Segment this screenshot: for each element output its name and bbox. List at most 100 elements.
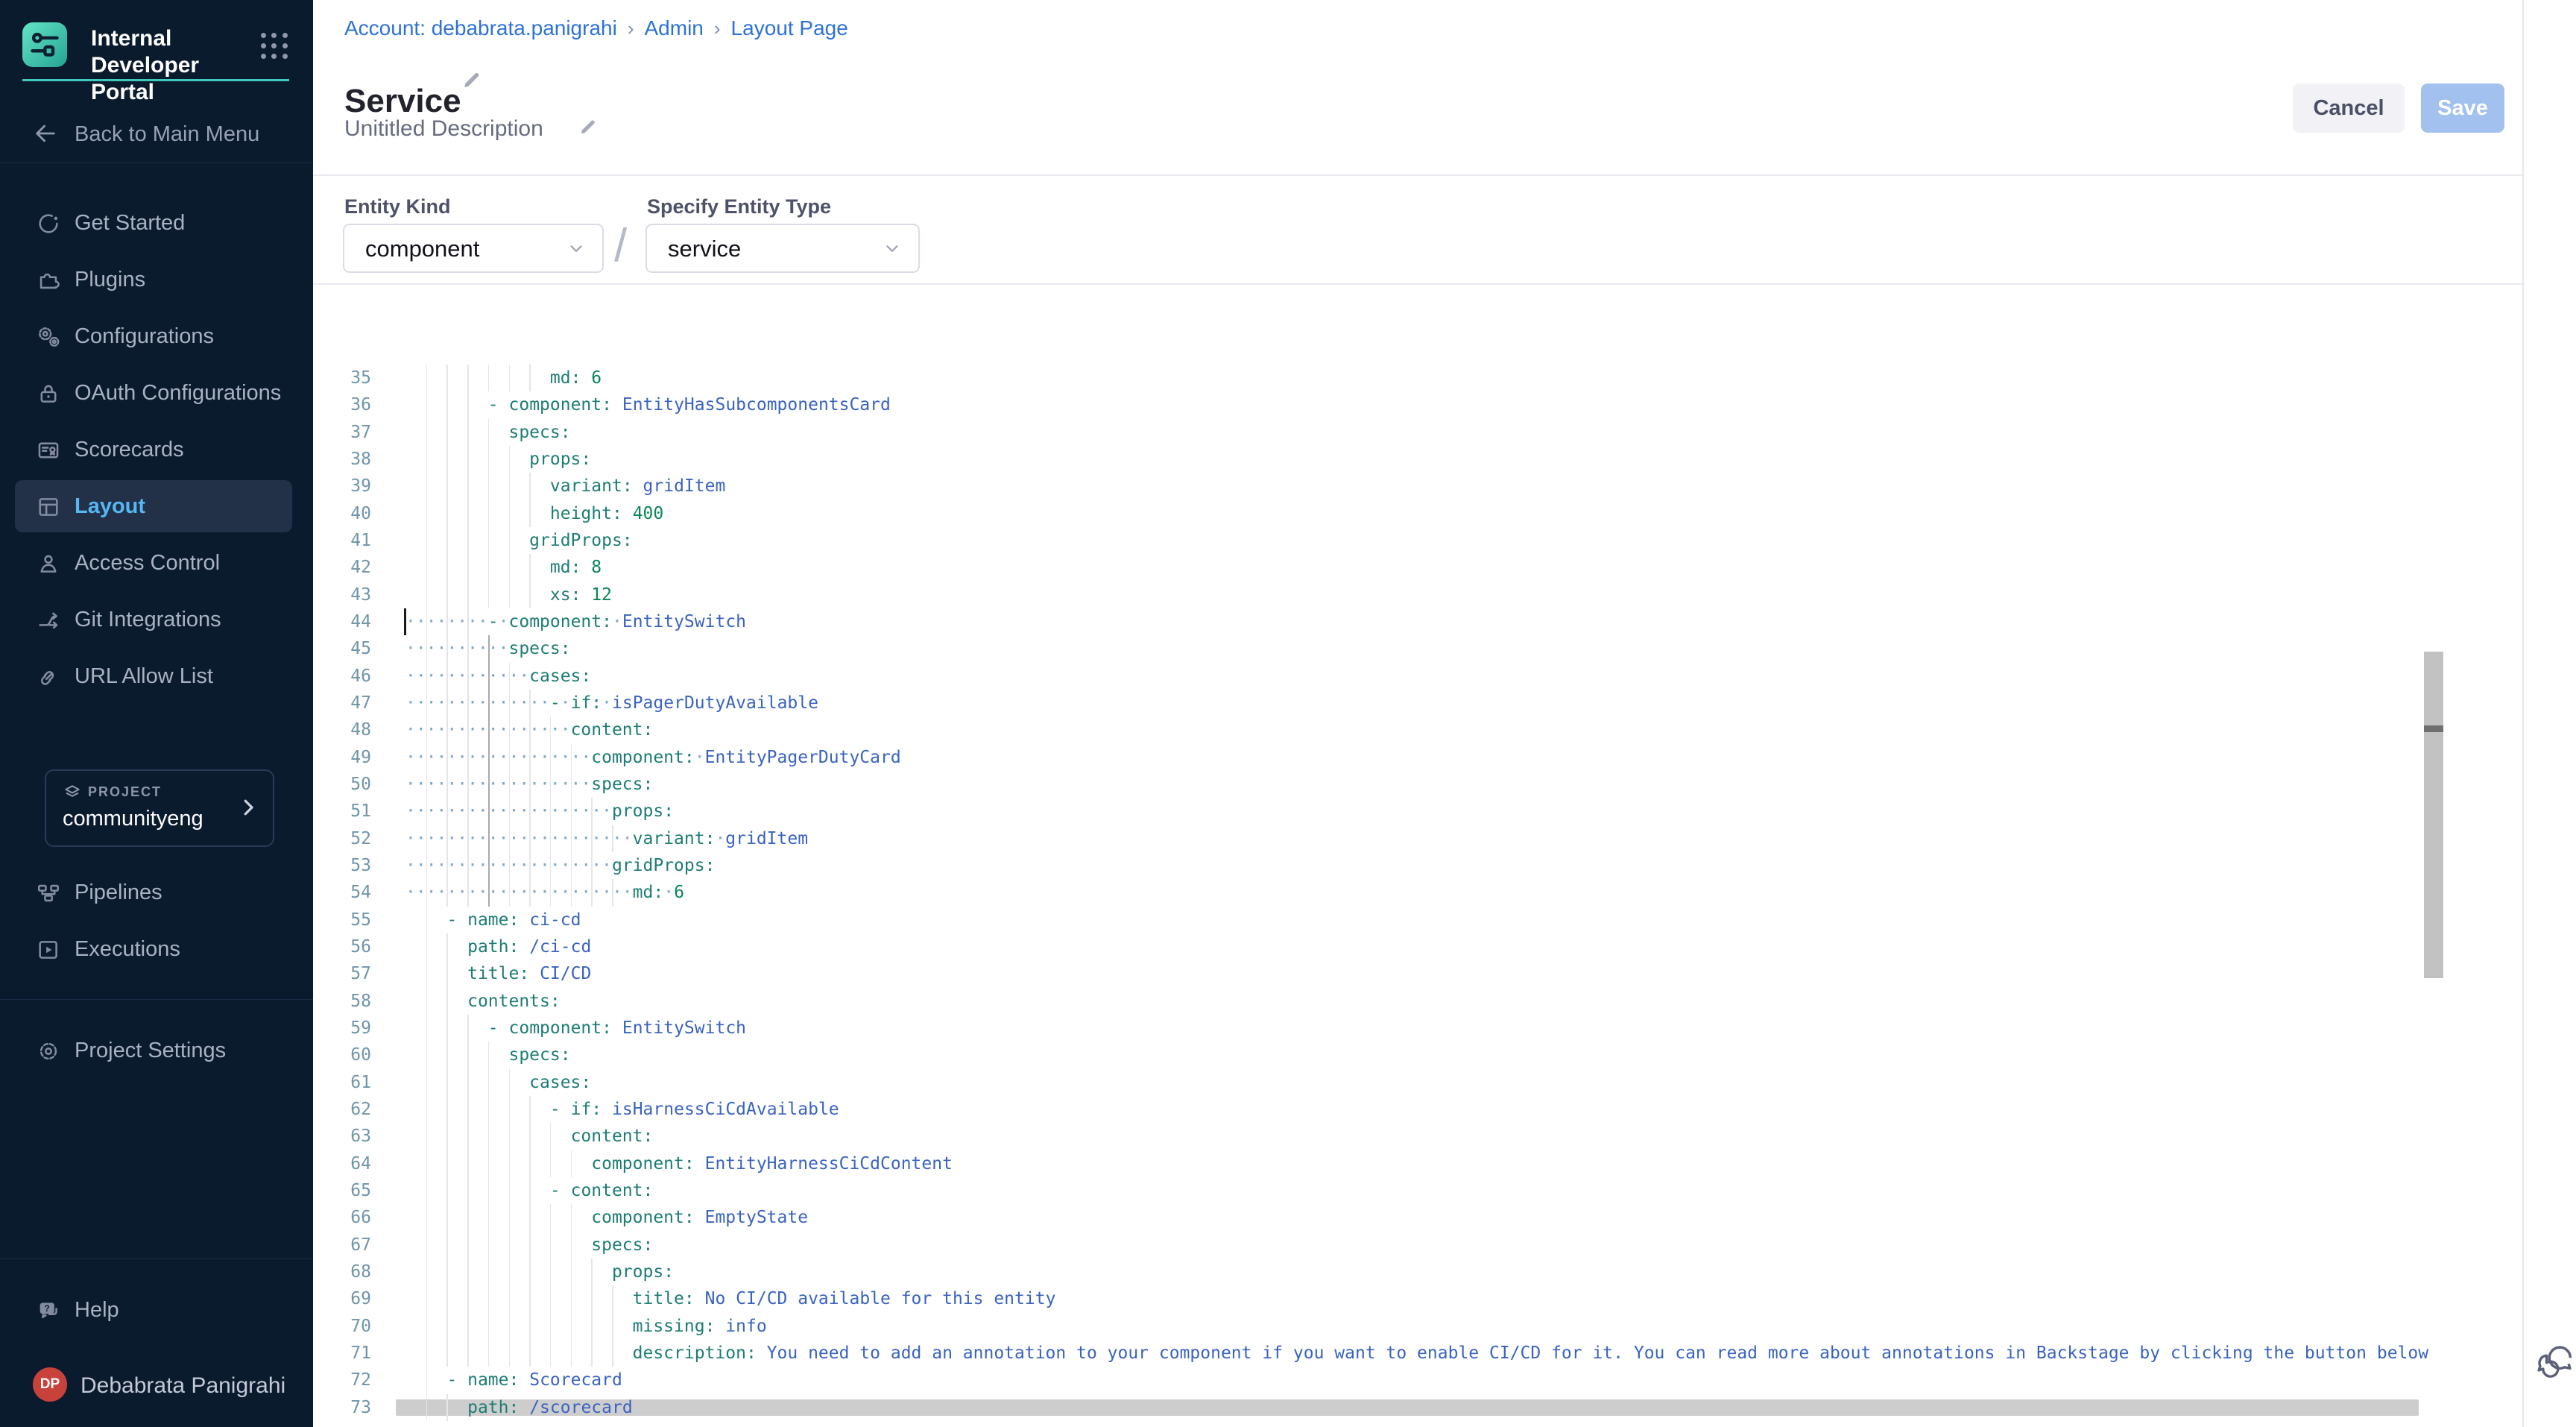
sidebar-item-label: Configurations [75,324,214,349]
yaml-key: md [550,368,571,388]
app-switcher-grid-icon[interactable] [261,33,288,59]
yaml-value: ci-cd [529,910,581,930]
url-allow-list-icon [36,664,61,693]
code-line: height: 400 [405,500,663,528]
sidebar-item-executions[interactable]: Executions [15,923,292,975]
yaml-key: variant [633,829,705,848]
get-started-icon [36,211,61,240]
leading-whitespace [405,1018,488,1038]
code-line: gridProps: [405,527,633,555]
yaml-value: EmptyState [705,1208,808,1227]
yaml-value: Scorecard [529,1370,622,1390]
leading-whitespace [405,937,467,957]
sidebar-item-access-control[interactable]: Access Control [15,537,292,589]
sidebar-item-label: Project Settings [75,1039,226,1063]
yaml-value: /scorecard [529,1398,632,1417]
breadcrumb-link[interactable]: Admin [645,16,704,40]
sidebar-item-label: Layout [75,494,145,519]
yaml-value: EntityHasSubcomponentsCard [622,395,891,415]
project-name: communityeng [63,807,203,831]
breadcrumb-link[interactable]: Layout Page [731,16,848,40]
yaml-key: component [509,1018,602,1038]
code-line: - content: [405,1177,653,1205]
edit-description-pencil-icon[interactable] [578,116,599,141]
vertical-scrollbar[interactable] [2424,652,2443,978]
code-line: ··················component:·EntityPager… [405,744,901,772]
line-number: 39 [313,473,371,500]
sidebar-item-project-settings[interactable]: Project Settings [15,1024,292,1077]
sidebar-item-configurations[interactable]: Configurations [15,310,292,362]
breadcrumb: Account: debabrata.panigrahi›Admin›Layou… [344,16,848,40]
leading-whitespace: ······················ [405,883,633,902]
sidebar-item-git-integrations[interactable]: Git Integrations [15,593,292,646]
yaml-key: height [550,504,612,523]
edit-title-pencil-icon[interactable] [461,69,483,95]
yaml-key: path [467,1398,508,1417]
yaml-value: 12 [591,585,612,605]
yaml-key: specs [508,1045,560,1065]
help-item[interactable]: ? Help [15,1284,292,1336]
yaml-key: missing [633,1317,705,1336]
code-line: path: /ci-cd [405,933,591,961]
sidebar-item-url-allow-list[interactable]: URL Allow List [15,650,292,702]
pipelines-icon [36,881,61,910]
yaml-code-editor[interactable]: 35 md: 636 - component: EntityHasSubcomp… [313,285,2522,1427]
app-root: { "sidebar": { "app_title": "Internal De… [0,0,2576,1427]
back-to-main-menu[interactable]: Back to Main Menu [0,110,313,157]
sidebar-item-oauth-configurations[interactable]: OAuth Configurations [15,367,292,419]
leading-whitespace [405,1398,467,1417]
line-number: 61 [313,1069,371,1097]
code-line: component: EntityHarnessCiCdContent [405,1150,953,1178]
code-line: title: No CI/CD available for this entit… [405,1285,1055,1313]
yaml-key: gridProps [612,856,705,875]
scorecards-icon [36,438,61,467]
yaml-key: variant [550,476,622,496]
cancel-button[interactable]: Cancel [2293,84,2405,133]
line-number: 47 [313,690,371,717]
line-number: 48 [313,716,371,744]
entity-type-value: service [668,236,741,262]
sidebar-item-layout[interactable]: Layout [15,480,292,532]
yaml-key: content [571,720,643,740]
code-line: component: EmptyState [405,1204,808,1232]
yaml-dash: - [488,612,499,631]
back-label: Back to Main Menu [75,122,259,147]
project-selector[interactable]: PROJECT communityeng [45,769,274,847]
leading-whitespace: ···················· [405,856,612,875]
leading-whitespace [405,450,529,469]
yaml-key: props [529,450,581,469]
line-number: 50 [313,771,371,798]
yaml-dash: - [550,693,561,713]
sidebar-item-label: OAuth Configurations [75,381,281,406]
line-number: 53 [313,852,371,880]
line-number: 69 [313,1285,371,1313]
support-chat-icon[interactable] [2533,1339,2576,1389]
save-button[interactable]: Save [2421,84,2504,133]
leading-whitespace [405,910,446,930]
leading-whitespace: ·················· [405,775,591,794]
yaml-key: name [467,910,508,930]
breadcrumb-link[interactable]: Account: debabrata.panigrahi [344,16,617,40]
entity-kind-select[interactable]: component [343,224,604,273]
leading-whitespace [405,1127,571,1146]
line-number: 38 [313,446,371,473]
yaml-key: props [612,801,663,821]
sidebar-item-plugins[interactable]: Plugins [15,253,292,306]
code-line: title: CI/CD [405,960,591,988]
sidebar-item-pipelines[interactable]: Pipelines [15,866,292,919]
sidebar-item-scorecards[interactable]: Scorecards [15,423,292,476]
sidebar-item-label: Get Started [75,211,185,236]
yaml-key: specs [508,639,560,658]
line-number: 66 [313,1204,371,1232]
leading-whitespace: ············ [405,667,529,686]
leading-whitespace [405,558,550,577]
yaml-key: if [571,1100,592,1119]
line-number: 46 [313,663,371,690]
user-avatar[interactable]: DP [33,1367,67,1402]
chevron-right-icon [237,796,259,822]
entity-type-select[interactable]: service [645,224,920,273]
sidebar-item-label: Scorecards [75,438,184,462]
user-name[interactable]: Debabrata Panigrahi [80,1373,285,1399]
sidebar-item-get-started[interactable]: Get Started [15,197,292,249]
yaml-dash: - [488,1018,499,1038]
